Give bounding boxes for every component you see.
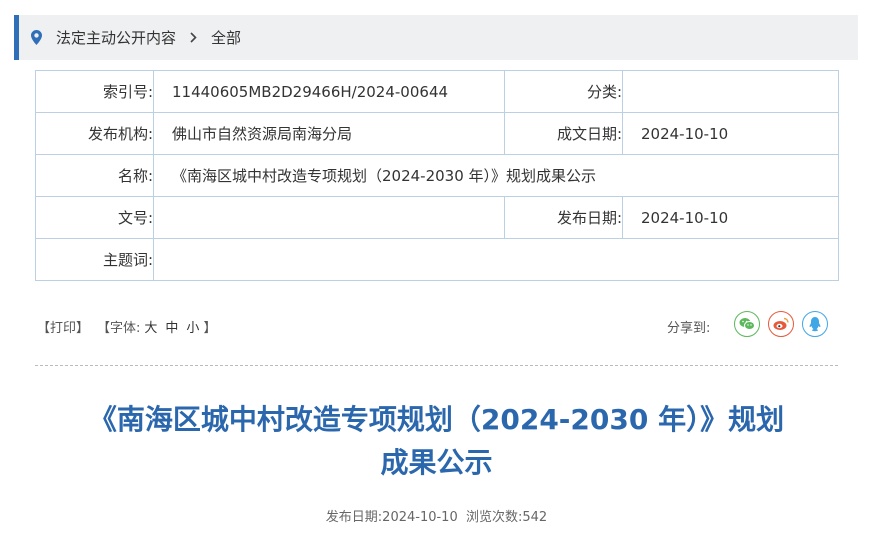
font-size-suffix: 】 xyxy=(203,321,217,336)
font-size-control: 【字体: 大中小】 xyxy=(97,317,216,336)
location-pin-icon xyxy=(31,30,42,45)
article-title-line: 成果公示 xyxy=(380,446,493,479)
pubdate-value: 2024-10-10 xyxy=(622,196,839,239)
breadcrumb: 法定主动公开内容 全部 xyxy=(14,15,858,60)
weibo-share-icon[interactable] xyxy=(768,311,794,337)
created-date-label: 成文日期: xyxy=(504,112,623,155)
breadcrumb-section-link[interactable]: 法定主动公开内容 xyxy=(56,27,176,48)
publish-info: 发布日期:2024-10-10 浏览次数:542 xyxy=(35,506,838,525)
name-value: 《南海区城中村改造专项规划（2024-2030 年）》规划成果公示 xyxy=(153,154,839,197)
chevron-right-icon xyxy=(190,29,197,47)
pub-date-label: 发布日期: xyxy=(325,510,383,525)
publisher-value: 佛山市自然资源局南海分局 xyxy=(153,112,505,155)
keywords-value xyxy=(153,238,839,281)
views-value: 542 xyxy=(522,510,548,525)
publisher-label: 发布机构: xyxy=(35,112,154,155)
qq-share-icon[interactable] xyxy=(802,311,828,337)
wechat-share-icon[interactable] xyxy=(734,311,760,337)
table-row: 主题词: xyxy=(35,238,839,281)
keywords-label: 主题词: xyxy=(35,238,154,281)
index-value: 11440605MB2D29466H/2024-00644 xyxy=(153,70,505,113)
category-value xyxy=(622,70,839,113)
table-row: 文号: 发布日期: 2024-10-10 xyxy=(35,196,839,239)
category-label: 分类: xyxy=(504,70,623,113)
article-title-line: 《南海区城中村改造专项规划（2024-2030 年）》规划 xyxy=(88,403,785,436)
views-label: 浏览次数: xyxy=(466,510,523,525)
article-toolbar: 【打印】 【字体: 大中小】 分享到: xyxy=(37,310,837,340)
name-label: 名称: xyxy=(35,154,154,197)
article-title: 《南海区城中村改造专项规划（2024-2030 年）》规划 成果公示 xyxy=(35,398,838,484)
share-label: 分享到: xyxy=(667,321,711,336)
pub-date-value: 2024-10-10 xyxy=(382,510,458,525)
font-small-button[interactable]: 小 xyxy=(186,321,199,336)
pubdate-label: 发布日期: xyxy=(504,196,623,239)
print-button[interactable]: 【打印】 xyxy=(37,317,89,336)
docno-label: 文号: xyxy=(35,196,154,239)
index-label: 索引号: xyxy=(35,70,154,113)
created-date-value: 2024-10-10 xyxy=(622,112,839,155)
dashed-divider xyxy=(35,365,838,366)
table-row: 发布机构: 佛山市自然资源局南海分局 成文日期: 2024-10-10 xyxy=(35,112,839,155)
breadcrumb-current-link[interactable]: 全部 xyxy=(211,27,241,48)
docno-value xyxy=(153,196,505,239)
font-size-prefix: 【字体: xyxy=(97,321,141,336)
table-row: 索引号: 11440605MB2D29466H/2024-00644 分类: xyxy=(35,70,839,113)
font-medium-button[interactable]: 中 xyxy=(165,321,178,336)
table-row: 名称: 《南海区城中村改造专项规划（2024-2030 年）》规划成果公示 xyxy=(35,154,839,197)
document-meta-table: 索引号: 11440605MB2D29466H/2024-00644 分类: 发… xyxy=(35,70,839,281)
font-large-button[interactable]: 大 xyxy=(144,321,157,336)
